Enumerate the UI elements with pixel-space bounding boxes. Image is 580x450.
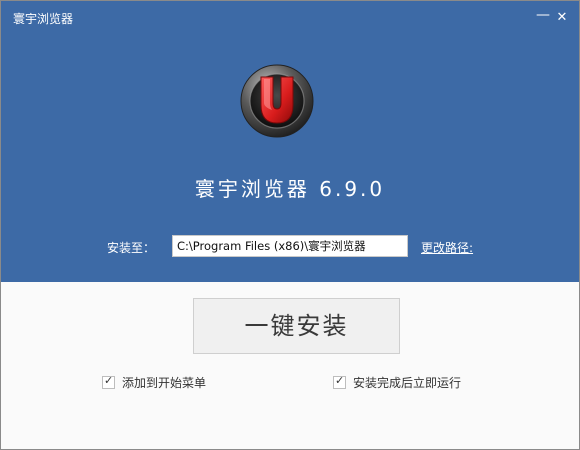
- minimize-icon: —: [536, 7, 550, 23]
- one-click-install-button[interactable]: 一键安装: [193, 298, 400, 354]
- option-start-menu[interactable]: 添加到开始菜单: [102, 374, 206, 390]
- run-after-install-checkbox[interactable]: [333, 374, 346, 389]
- minimize-button[interactable]: —: [535, 7, 551, 23]
- run-after-install-label: 安装完成后立即运行: [353, 375, 462, 390]
- app-name-version: 寰宇浏览器 6.9.0: [194, 177, 386, 201]
- install-path-input[interactable]: [172, 235, 408, 257]
- window-title: 寰宇浏览器: [13, 12, 74, 26]
- option-run-after-install[interactable]: 安装完成后立即运行: [333, 374, 461, 390]
- close-icon: ✕: [556, 10, 568, 25]
- change-path-link[interactable]: 更改路径:: [421, 239, 473, 256]
- close-button[interactable]: ✕: [554, 10, 570, 26]
- installer-window: 寰宇浏览器 — ✕ 寰宇浏览器 6.9.0 安装至： C:\Program Fi…: [0, 0, 580, 450]
- start-menu-checkbox[interactable]: [102, 374, 115, 389]
- header-panel: 寰宇浏览器 — ✕ 寰宇浏览器 6.9.0 安装至： C:\Program Fi…: [1, 1, 579, 282]
- start-menu-label: 添加到开始菜单: [122, 375, 207, 390]
- install-path-label: 安装至：: [107, 241, 156, 255]
- u-magnet-logo-icon: [240, 64, 314, 138]
